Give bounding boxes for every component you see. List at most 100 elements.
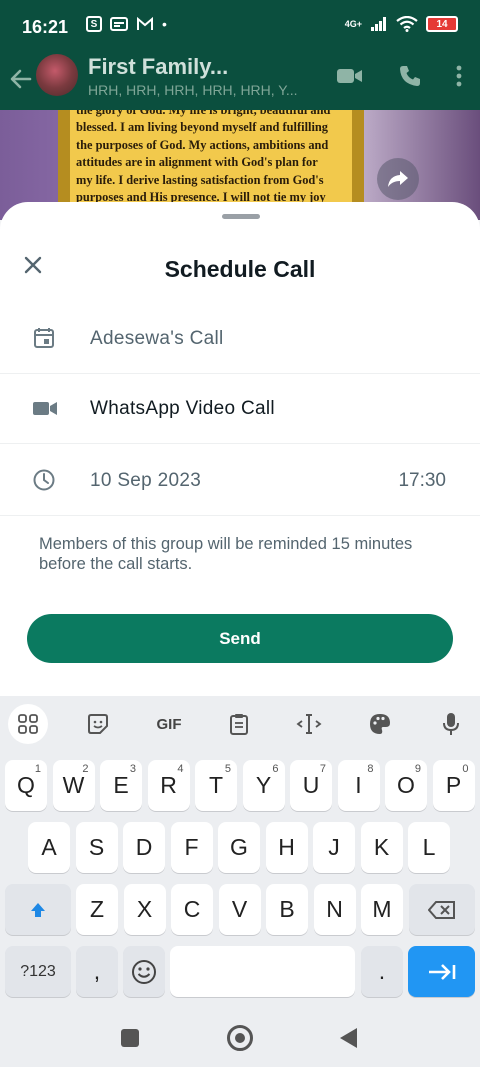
time-picker[interactable]: 17:30 [398,470,446,492]
recents-icon[interactable] [121,1029,139,1047]
chat-subtitle[interactable]: HRH, HRH, HRH, HRH, HRH, Y... [88,82,298,98]
key-w[interactable]: W2 [52,760,95,811]
card-line: the glory of God. My life is bright, bea… [76,110,331,117]
calendar-icon [34,328,54,348]
key-hint: 7 [319,763,326,775]
key-n[interactable]: N [313,884,356,935]
key-a[interactable]: A [28,822,70,873]
status-time: 16:21 [22,17,69,37]
clock-icon [33,469,55,491]
key-hint: 9 [414,763,421,775]
key-s[interactable]: S [75,822,118,873]
enter-key[interactable] [408,946,475,997]
system-icons: 4G+ 14 [345,16,458,32]
emoji-key[interactable] [123,946,165,997]
key-u[interactable]: U7 [290,760,332,811]
more-options-icon[interactable] [456,65,462,87]
key-hint: 5 [224,763,231,775]
key-f[interactable]: F [170,822,213,873]
emoji-icon [132,959,156,984]
key-e[interactable]: E3 [100,760,142,811]
cursor-icon[interactable] [289,704,329,744]
key-p[interactable]: P0 [432,760,475,811]
period-key[interactable]: . [361,946,403,997]
send-button[interactable]: Send [27,614,453,663]
forward-button[interactable] [377,158,419,200]
home-icon[interactable] [227,1025,253,1051]
key-j[interactable]: J [313,822,355,873]
key-label: E [113,772,129,798]
schedule-call-sheet: Schedule Call Adesewa's Call WhatsApp Vi… [0,202,480,696]
key-l[interactable]: L [408,822,450,873]
shift-key[interactable] [5,884,71,935]
mic-icon[interactable] [431,704,471,744]
key-label: I [355,772,362,798]
drag-handle[interactable] [222,214,260,219]
apps-icon[interactable] [8,704,48,744]
symbols-key[interactable]: ?123 [5,946,71,997]
key-h[interactable]: H [265,822,308,873]
group-avatar[interactable] [36,54,78,96]
key-k[interactable]: K [360,822,403,873]
key-m[interactable]: M [361,884,403,935]
key-label: U [302,772,320,798]
network-label: 4G+ [344,19,362,29]
key-r[interactable]: R4 [147,760,190,811]
call-name-field[interactable]: Adesewa's Call [90,328,224,350]
key-v[interactable]: V [218,884,261,935]
key-t[interactable]: T5 [195,760,237,811]
key-y[interactable]: Y6 [242,760,285,811]
forward-icon [388,171,408,187]
video-camera-icon [33,402,57,415]
key-c[interactable]: C [171,884,213,935]
key-o[interactable]: O9 [385,760,427,811]
voice-call-icon[interactable] [398,64,422,88]
key-g[interactable]: G [218,822,260,873]
keyboard-toolbar: GIF [0,696,480,752]
wifi-icon [396,16,418,32]
nav-back-icon[interactable] [340,1028,357,1048]
call-type-row[interactable]: WhatsApp Video Call [0,374,480,444]
chat-title[interactable]: First Family... [88,54,228,80]
date-time-row: 10 Sep 2023 17:30 [0,446,480,516]
key-hint: 8 [367,763,374,775]
shift-icon [31,902,45,917]
notification-icons: S • [86,16,167,32]
date-picker[interactable]: 10 Sep 2023 [90,470,201,492]
key-d[interactable]: D [123,822,165,873]
key-label: Y [255,772,272,798]
key-hint: 0 [462,763,469,775]
next-icon [428,963,455,980]
space-key[interactable] [170,946,355,997]
call-type-label[interactable]: WhatsApp Video Call [90,398,275,420]
signal-icon [371,17,386,31]
palette-icon[interactable] [360,704,400,744]
key-hint: 2 [82,763,89,775]
key-hint: 3 [129,763,136,775]
card-icon [110,17,128,31]
battery-level: 14 [436,18,448,30]
key-label: O [397,772,415,798]
card-line: attitudes are in alignment with God's pl… [76,155,318,170]
backspace-key[interactable] [409,884,475,935]
key-z[interactable]: Z [76,884,118,935]
battery-icon: 14 [426,16,458,32]
sticker-icon[interactable] [78,704,118,744]
clipboard-icon[interactable] [219,704,259,744]
chat-actions [336,64,462,88]
gif-button[interactable]: GIF [149,704,189,744]
call-name-row[interactable]: Adesewa's Call [0,304,480,374]
comma-key[interactable]: , [76,946,118,997]
key-q[interactable]: Q1 [5,760,47,811]
key-hint: 6 [272,763,279,775]
video-call-icon[interactable] [336,66,364,86]
key-hint: 1 [34,763,41,775]
key-b[interactable]: B [266,884,308,935]
key-i[interactable]: I8 [337,760,380,811]
back-arrow-icon[interactable] [8,66,34,92]
key-label: P [445,772,462,798]
status-dot: • [162,16,167,32]
key-label: R [160,772,177,798]
key-x[interactable]: X [123,884,166,935]
status-bar: 16:21 S • 4G+ 14 [0,0,480,52]
